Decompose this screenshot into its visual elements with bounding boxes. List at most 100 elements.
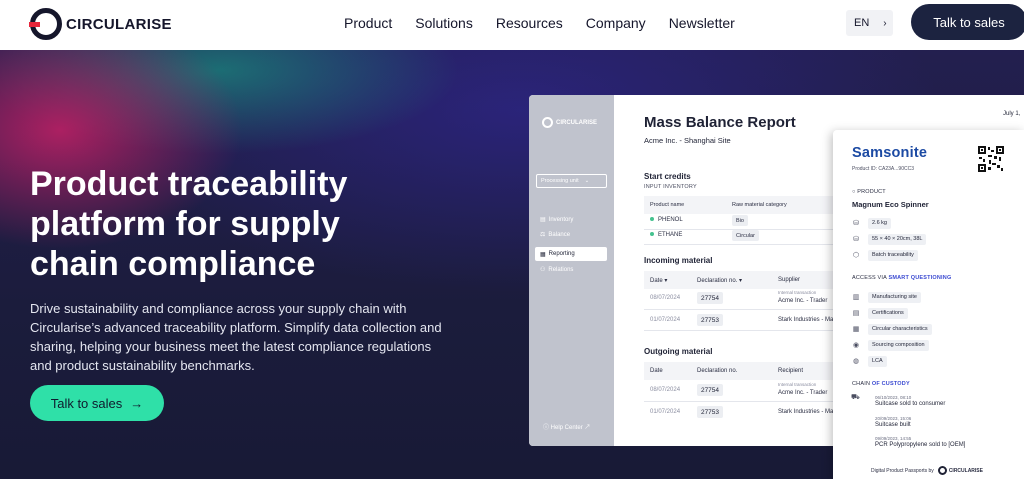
inventory-row-name: ETHANE: [650, 232, 682, 238]
mockup-menu-reporting: ▦ Reporting: [535, 247, 607, 261]
outgoing-material-heading: Outgoing material: [644, 347, 713, 356]
incoming-row-supplier: Stark Industries - Mal: [778, 317, 835, 323]
menu-item-newsletter[interactable]: Newsletter: [669, 15, 735, 31]
col-declaration: Declaration no.: [697, 368, 738, 374]
col-recipient: Recipient: [778, 368, 804, 374]
col-raw-category: Raw material category: [732, 202, 787, 208]
qr-code-icon: [978, 146, 1004, 172]
lca-icon: ◍: [852, 358, 860, 365]
hero-description: Drive sustainability and compliance acro…: [30, 301, 442, 373]
access-section-label: ACCESS VIA SMART QUESTIONING: [852, 275, 952, 281]
arrow-right-icon: →: [130, 395, 144, 411]
circularise-logo-icon: [542, 117, 553, 128]
external-link-icon: ↗: [582, 425, 591, 431]
chain-event: 06/10/2023, 08:10 Suitcase sold to consum…: [875, 395, 946, 407]
dimensions-icon: ⛁: [853, 236, 859, 243]
mockup-menu-relations: ⚇ Relations: [540, 266, 573, 273]
access-circular-characteristics: ▦ Circular characteristics: [851, 323, 932, 335]
chevron-down-icon: ⌄: [584, 178, 590, 184]
menu-item-solutions[interactable]: Solutions: [415, 15, 473, 31]
outgoing-row-date: 08/07/2024: [650, 387, 681, 393]
top-nav: CIRCULARISE Product Solutions Resources …: [0, 0, 1024, 50]
balance-icon: ⚖: [540, 232, 546, 238]
passport-footer: Digital Product Passports by CIRCULARISE: [871, 466, 983, 475]
batch-icon: ⬡: [852, 252, 860, 259]
incoming-row-supplier: Acme Inc. - Trader: [778, 298, 828, 304]
recycle-icon: ▦: [852, 326, 860, 333]
mockup-help-center: ⓘ Help Center ↗: [543, 422, 590, 431]
mockup-menu-label: Relations: [548, 267, 574, 273]
mockup-logo: CIRCULARISE: [542, 117, 597, 128]
chain-section-label: CHAIN OF CUSTODY: [852, 381, 910, 387]
inventory-row-category: Circular: [732, 230, 759, 241]
inventory-row-category: Bio: [732, 215, 748, 226]
outgoing-row-caption: Internal transaction: [778, 382, 817, 387]
col-supplier: Supplier: [778, 277, 801, 283]
menu-item-resources[interactable]: Resources: [496, 15, 563, 31]
circularise-logo-icon: [29, 8, 62, 40]
brand-logo: Samsonite: [852, 145, 928, 161]
mockup-logo-text: CIRCULARISE: [556, 119, 598, 126]
logo-text: CIRCULARISE: [66, 15, 172, 33]
outgoing-row-recipient: Acme Inc. - Trader: [778, 390, 828, 396]
incoming-row-declaration: 27753: [697, 314, 723, 326]
nav-talk-to-sales-button[interactable]: Talk to sales: [911, 4, 1024, 40]
processing-unit-select: Processing unit ⌄: [536, 174, 607, 188]
circularise-logo[interactable]: CIRCULARISE: [29, 7, 172, 41]
access-lca: ◍ LCA: [851, 355, 887, 367]
status-dot-icon: [650, 232, 654, 237]
help-center-label: Help Center: [550, 425, 583, 431]
incoming-row-date: 08/07/2024: [650, 295, 681, 301]
report-title: Mass Balance Report: [644, 114, 796, 131]
inventory-row-name: PHENOL: [650, 217, 683, 223]
access-manufacturing-site: ▥ Manufacturing site: [851, 291, 921, 303]
product-section-label: ○ PRODUCT: [852, 189, 886, 195]
composition-icon: ◉: [852, 342, 860, 349]
col-date: Date: [650, 368, 663, 374]
hero-talk-to-sales-button[interactable]: Talk to sales →: [30, 385, 164, 421]
mockup-menu-label: Inventory: [548, 217, 574, 223]
chevron-right-icon: ›: [883, 17, 887, 29]
hero-cta-label: Talk to sales: [50, 395, 123, 411]
certificate-icon: ▤: [852, 310, 860, 317]
chain-event: 20/09/2023, 15:06 Suitcase built: [875, 416, 912, 428]
outgoing-row-recipient: Stark Industries - Mal: [778, 409, 835, 415]
product-name: Magnum Eco Spinner: [852, 200, 929, 209]
circularise-logo-icon: [937, 466, 947, 475]
mockup-menu-label: Balance: [548, 232, 571, 238]
incoming-material-heading: Incoming material: [644, 256, 713, 265]
mockup-menu-inventory: ▤ Inventory: [540, 216, 573, 223]
main-menu: Product Solutions Resources Company News…: [344, 15, 758, 31]
status-dot-icon: [650, 217, 654, 222]
incoming-row-declaration: 27754: [697, 292, 723, 304]
product-passport-card: Samsonite Product ID: CA23A...90CC3 ○ PR…: [833, 130, 1024, 479]
incoming-row-date: 01/07/2024: [650, 317, 681, 323]
processing-unit-label: Processing unit: [541, 178, 579, 184]
start-credits-heading: Start credits: [644, 172, 691, 181]
mockup-sidebar: CIRCULARISE Processing unit ⌄ ▤ Inventory…: [529, 95, 614, 446]
col-date: Date ▾: [650, 278, 668, 284]
chain-event: 09/09/2023, 14:55 PCR Polypropylene sold …: [875, 436, 966, 448]
incoming-row-caption: Internal transaction: [778, 290, 817, 295]
hero-headline: Product traceability platform for supply…: [30, 165, 348, 283]
col-product-name: Product name: [650, 202, 685, 208]
database-icon: ▤: [540, 217, 546, 223]
col-declaration: Declaration no. ▾: [697, 278, 743, 284]
weight-icon: ⛁: [853, 220, 859, 227]
report-icon: ▦: [540, 251, 546, 258]
language-label: EN: [854, 17, 870, 29]
product-id: Product ID: CA23A...90CC3: [852, 166, 914, 172]
language-selector[interactable]: EN ›: [846, 10, 893, 36]
menu-item-company[interactable]: Company: [586, 15, 646, 31]
report-subtitle: Acme Inc. - Shanghai Site: [644, 136, 731, 145]
access-certifications: ▤ Certifications: [851, 307, 908, 319]
help-icon: ⓘ: [543, 425, 551, 431]
sort-icon: ▾: [739, 278, 743, 284]
outgoing-row-declaration: 27753: [697, 406, 723, 418]
mockup-menu-balance: ⚖ Balance: [540, 231, 570, 238]
menu-item-product[interactable]: Product: [344, 15, 392, 31]
sort-icon: ▾: [664, 278, 668, 284]
spec-dimensions: ⛁ 55 × 40 × 20cm, 38L: [851, 233, 927, 245]
input-inventory-caption: INPUT INVENTORY: [644, 184, 697, 190]
truck-icon: ⛟: [851, 394, 860, 401]
